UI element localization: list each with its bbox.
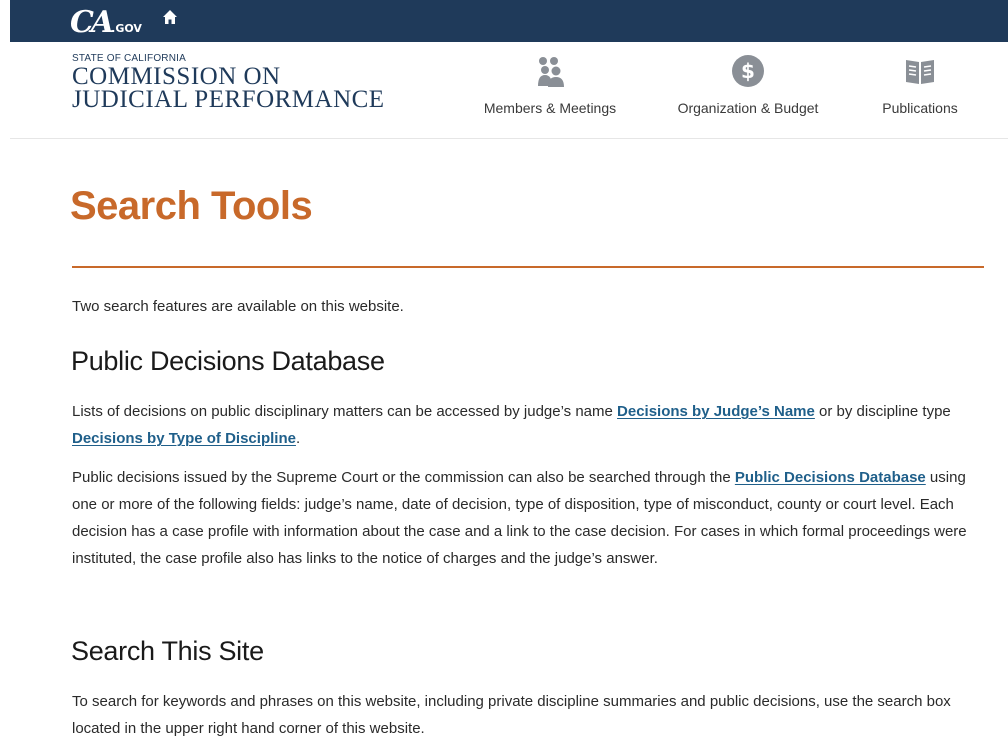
p1-text-2: or by discipline type <box>814 403 951 420</box>
page-title: Search Tools <box>70 184 313 228</box>
search-site-heading: Search This Site <box>71 636 264 666</box>
agency-name-line2: JUDICIAL PERFORMANCE <box>72 86 385 113</box>
nav-publications-label: Publications <box>882 100 958 116</box>
gov-logo-text: .GOV <box>111 22 142 35</box>
page: CA .GOV STATE OF CALIFORNIA COMMISSION O… <box>0 0 1008 748</box>
nav-organization-budget[interactable]: $ Organization & Budget <box>670 54 826 116</box>
search-site-paragraph: To search for keywords and phrases on th… <box>72 693 951 737</box>
p2-text-1: Public decisions issued by the Supreme C… <box>72 469 735 486</box>
nav-members-meetings[interactable]: Members & Meetings <box>478 54 622 116</box>
dollar-icon: $ <box>732 55 764 87</box>
p1-text-1: Lists of decisions on public disciplinar… <box>72 403 618 420</box>
public-decisions-database-link[interactable]: Public Decisions Database <box>735 469 926 486</box>
title-divider <box>72 266 984 268</box>
agency-name-line1: COMMISSION ON <box>72 63 281 90</box>
nav-publications[interactable]: Publications <box>872 54 968 116</box>
people-icon <box>538 57 564 87</box>
nav-members-label: Members & Meetings <box>483 100 617 116</box>
site-header: STATE OF CALIFORNIA COMMISSION ON JUDICI… <box>10 42 1008 139</box>
ca-logo-text: CA <box>70 5 114 40</box>
nav-org-label: Organization & Budget <box>677 100 819 116</box>
ca-gov-logo[interactable]: CA .GOV <box>70 2 142 40</box>
decisions-list-paragraph: Lists of decisions on public disciplinar… <box>72 398 984 452</box>
ca-gov-bar: CA .GOV <box>10 0 1008 42</box>
public-decisions-heading: Public Decisions Database <box>71 346 385 376</box>
intro-text: Two search features are available on thi… <box>72 298 404 315</box>
p1-text-3: . <box>295 430 301 447</box>
svg-text:$: $ <box>741 59 755 83</box>
agency-logo[interactable]: STATE OF CALIFORNIA COMMISSION ON JUDICI… <box>72 53 385 113</box>
home-icon[interactable] <box>162 9 178 25</box>
book-icon <box>906 60 934 84</box>
public-database-paragraph: Public decisions issued by the Supreme C… <box>72 464 984 572</box>
decisions-by-judge-link[interactable]: Decisions by Judge’s Name <box>617 403 815 420</box>
decisions-by-type-link[interactable]: Decisions by Type of Discipline <box>72 430 296 447</box>
